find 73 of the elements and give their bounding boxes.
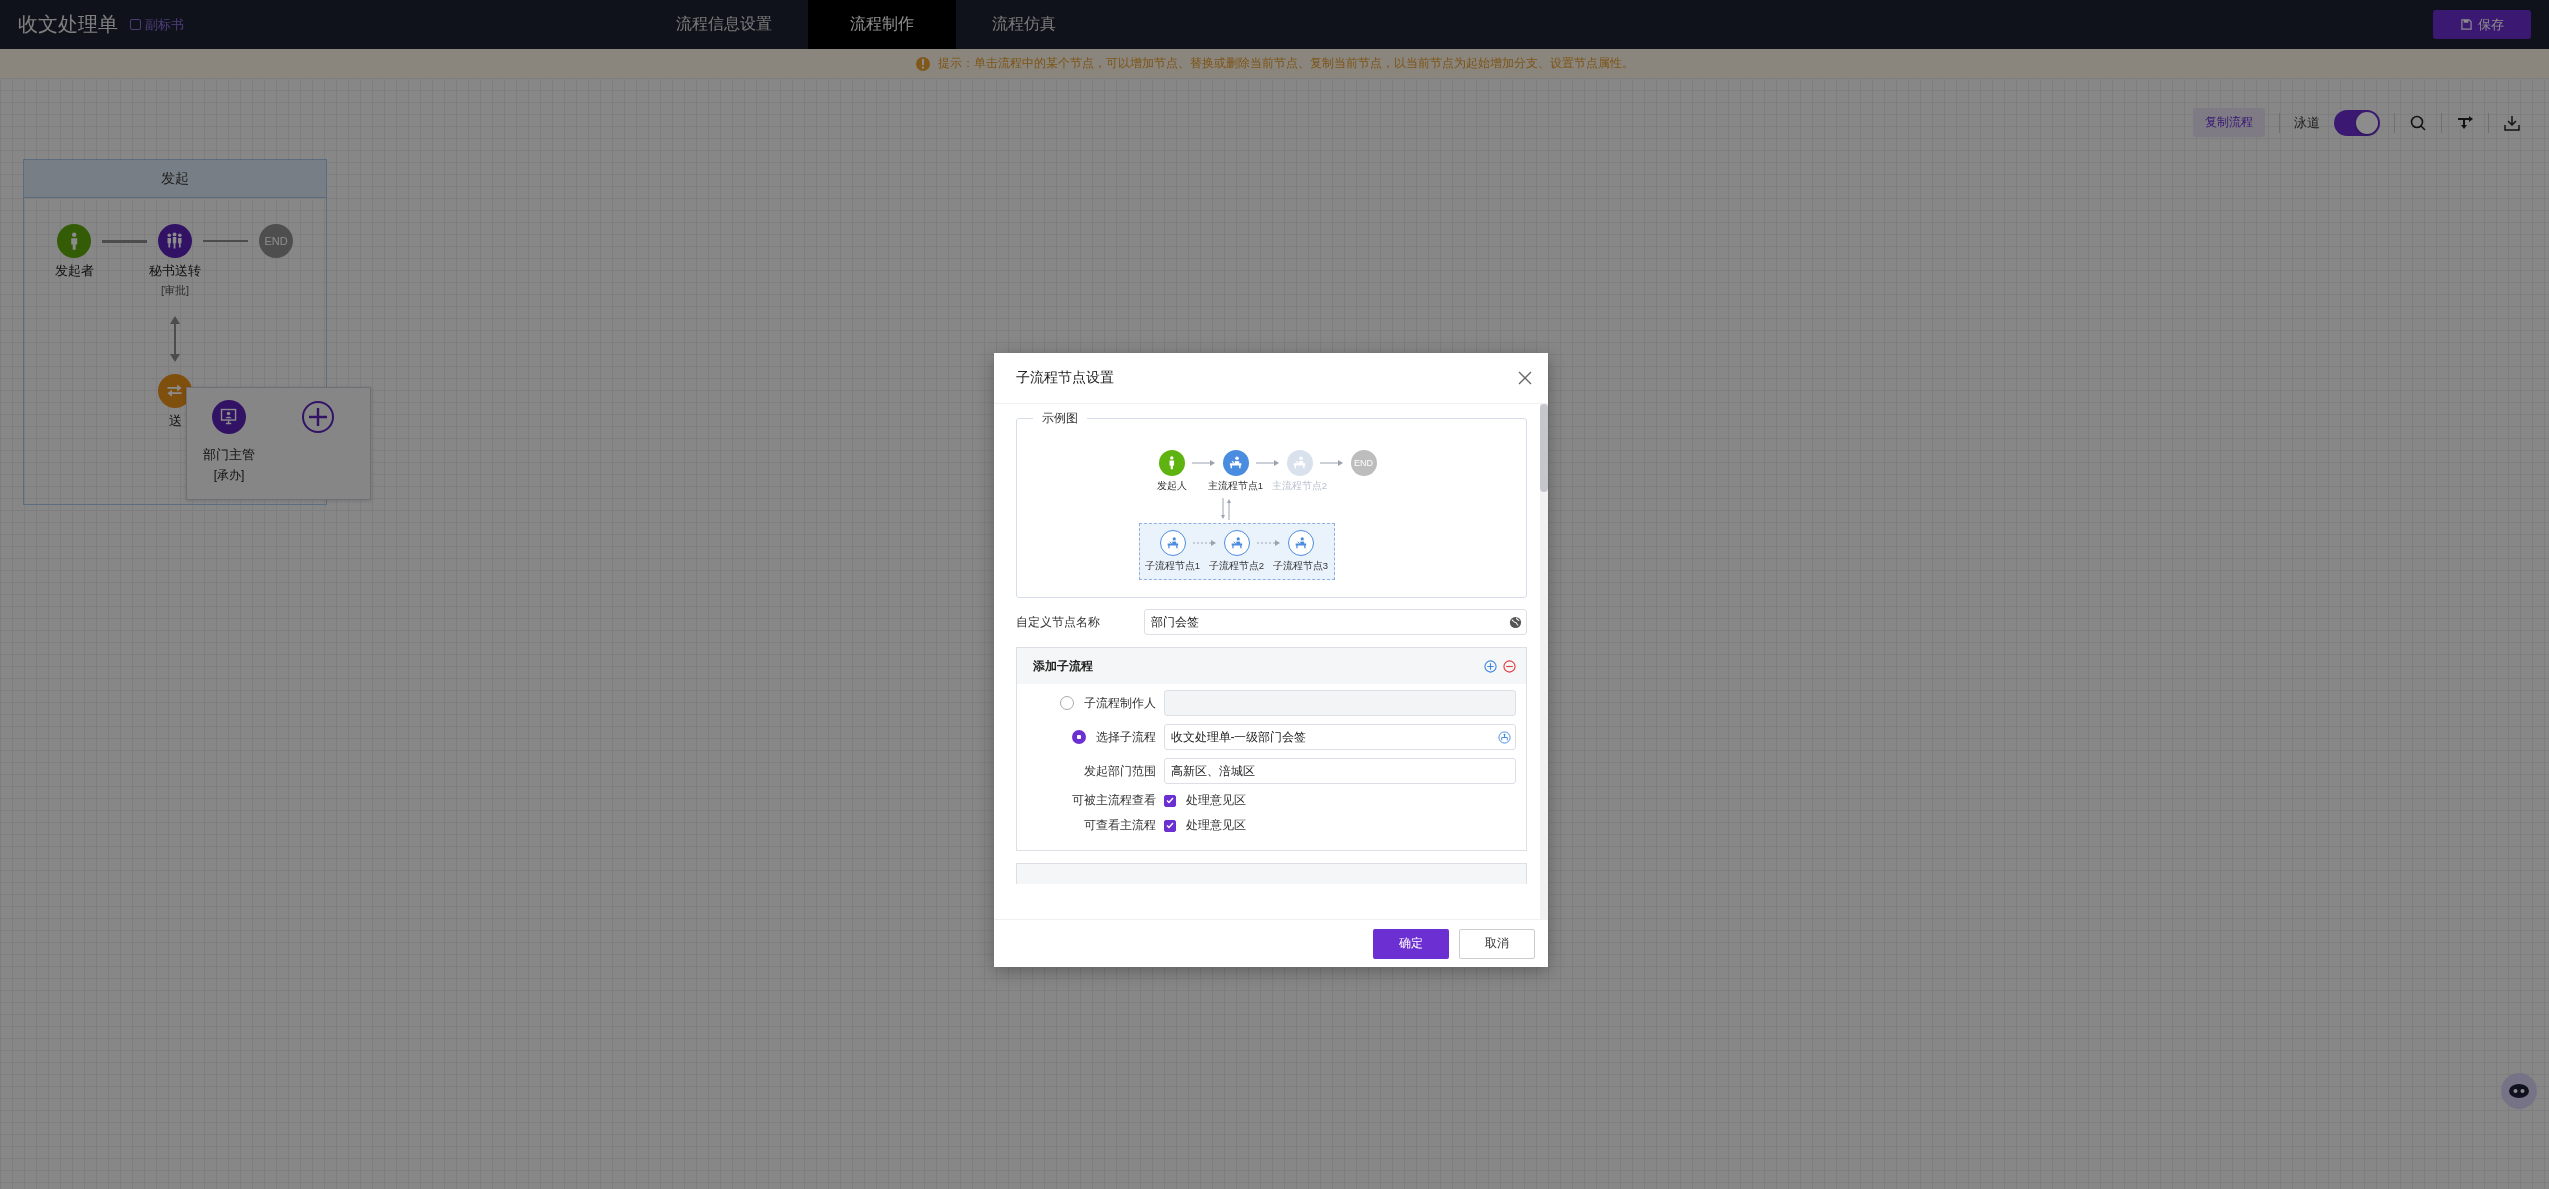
globe-icon[interactable] [1508,615,1522,629]
double-arrow [1219,498,1232,520]
worker-icon [1286,450,1313,476]
end-node: END [1350,450,1377,476]
checkbox[interactable] [1163,794,1176,807]
node-type: [承办] [213,467,245,484]
remove-icon[interactable] [1502,659,1516,673]
save-icon [2460,19,2472,30]
worker-icon [1159,530,1186,556]
confirm-button[interactable]: 确定 [1372,928,1449,959]
worker-icon [1223,530,1250,556]
node-label: 子流程节点3 [1272,560,1329,573]
field-label: 自定义节点名称 [1015,613,1101,631]
connector-line [203,240,248,242]
add-icon[interactable] [301,400,335,434]
node-label: 主流程节点1 [1207,480,1264,493]
arrow [1191,459,1216,467]
checkbox-label: 处理意见区 [1185,792,1246,809]
worker-icon [1222,450,1249,476]
option-label: 子流程制作人 [1083,694,1156,712]
arrow [1256,539,1281,547]
app-title: 收文处理单 [18,12,118,37]
select-field[interactable]: 收文处理单-一级部门会签 [1163,724,1516,750]
radio-button[interactable] [1071,730,1086,744]
node-label: 子流程节点1 [1144,560,1201,573]
double-arrow [170,316,180,362]
checkbox[interactable] [1163,819,1176,832]
scrollbar[interactable] [1539,404,1548,920]
search-icon[interactable] [2409,113,2427,132]
arrow [1255,459,1280,467]
lane-title: 发起 [24,160,326,198]
assistant-icon[interactable] [2501,1073,2537,1109]
node-label: 送 [168,412,182,430]
document-icon [130,19,141,30]
connector-line [102,240,147,243]
field-label: 可被主流程查看 [1070,792,1156,809]
node-label: 发起者 [54,262,94,280]
input-field[interactable]: 高新区、涪城区 [1163,758,1516,784]
person-icon [1158,450,1185,476]
person-icon[interactable] [57,224,91,258]
name-field[interactable]: 部门会签 [1143,609,1527,635]
radio-button[interactable] [1059,696,1074,710]
swimlane-label: 泳道 [2294,113,2320,132]
arrow [1319,459,1344,467]
field-label: 可查看主流程 [1082,817,1156,834]
node-type: [审批] [160,283,190,298]
nav-tab[interactable]: 流程仿真 [956,0,1092,49]
node-label: 子流程节点2 [1208,560,1265,573]
hint-text: 提示：单击流程中的某个节点，可以增加节点、替换或删除当前节点、复制当前节点，以当前节点为起始增加分支、设置节点属性。 [937,55,1634,72]
node-label: 发起人 [1156,480,1187,493]
panel-legend: 示例图 [1032,410,1087,427]
nav-tab[interactable]: 流程信息设置 [640,0,808,49]
arrow [1192,539,1217,547]
node-label: 主流程节点2 [1271,480,1328,493]
node-label: 秘书送转 [149,262,201,280]
section-title: 添加子流程 [1032,657,1093,675]
cancel-button[interactable]: 取消 [1458,928,1535,959]
swimlane-toggle[interactable] [2334,109,2380,136]
checkbox-label: 处理意见区 [1185,817,1246,834]
save-button[interactable]: 保存 [2433,10,2531,39]
org-chart-icon[interactable] [1497,730,1511,744]
dialog-title: 子流程节点设置 [1015,369,1114,387]
download-icon[interactable] [2503,113,2521,132]
close-icon[interactable] [1517,371,1532,385]
node-label: 部门主管 [203,446,255,464]
people-icon[interactable] [158,224,192,258]
warning-icon [915,56,930,71]
nav-tab[interactable]: 流程制作 [808,0,956,49]
field-label: 发起部门范围 [1082,762,1156,780]
worker-icon [1287,530,1314,556]
option-label: 选择子流程 [1095,728,1156,746]
monitor-icon[interactable] [212,400,246,434]
add-icon[interactable] [1483,659,1497,673]
